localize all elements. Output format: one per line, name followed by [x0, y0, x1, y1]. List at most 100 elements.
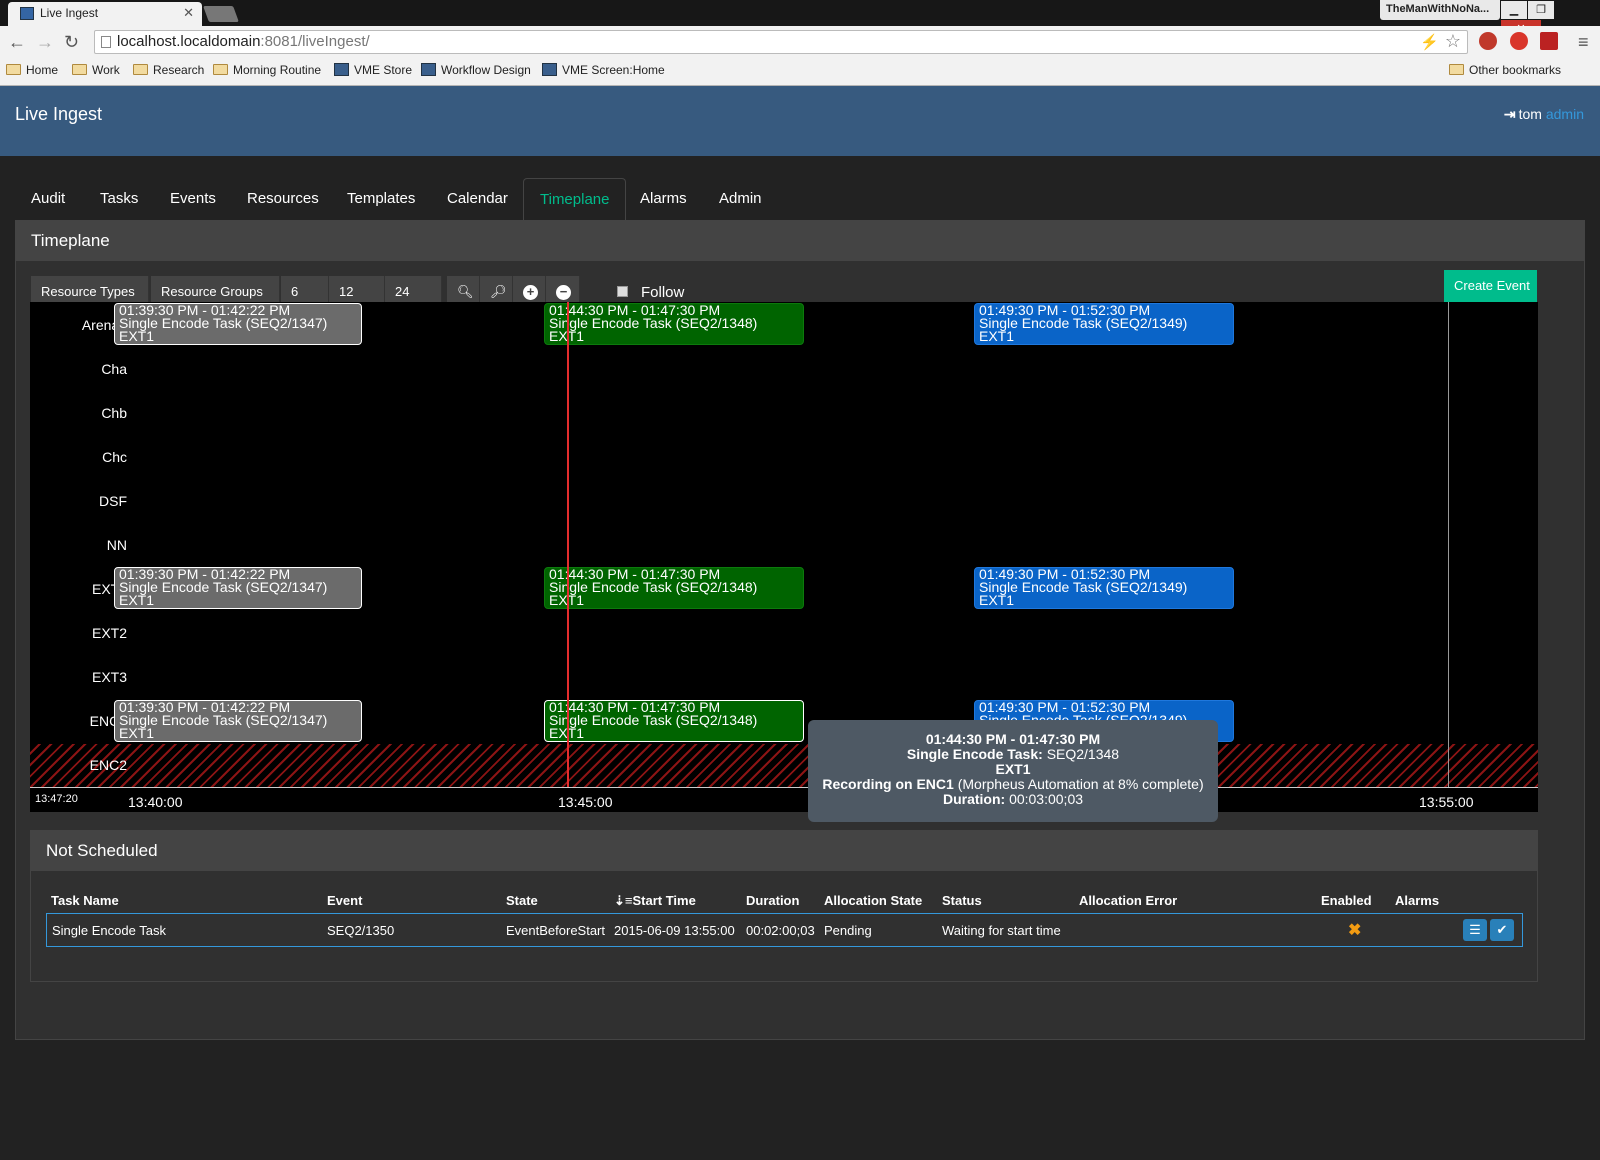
app-navbar: Live Ingest ⇥ tom admin: [0, 86, 1600, 156]
cell-status: Waiting for start time: [942, 923, 1061, 938]
timeline-event[interactable]: 01:49:30 PM - 01:52:30 PMSingle Encode T…: [974, 303, 1234, 345]
extension-stop-icon[interactable]: [1479, 32, 1497, 50]
user-name: tom: [1518, 106, 1542, 122]
col-header-alarms[interactable]: Alarms: [1395, 893, 1439, 908]
extension-opera-icon[interactable]: [1510, 32, 1528, 50]
folder-icon: [133, 64, 148, 75]
logout-icon[interactable]: ⇥: [1504, 106, 1516, 123]
bookmarks-bar: Home Work Research Morning Routine VME S…: [0, 59, 1600, 81]
col-header-allocation-state[interactable]: Allocation State: [824, 893, 922, 908]
browser-toolbar: ← → ↻ localhost.localdomain:8081/liveIng…: [0, 26, 1600, 86]
timeline-event[interactable]: 01:44:30 PM - 01:47:30 PM Single Encode T…: [544, 303, 804, 345]
row-label-enc2: ENC2: [89, 757, 127, 773]
address-bar[interactable]: localhost.localdomain:8081/liveIngest/ ⚡…: [94, 30, 1468, 54]
row-label-ext2: EXT2: [91, 625, 127, 641]
timeline-event[interactable]: 01:44:30 PM - 01:47:30 PM Single Encode T…: [544, 567, 804, 609]
col-header-task-name[interactable]: Task Name: [51, 893, 119, 908]
timeline-event[interactable]: 01:39:30 PM - 01:42:22 PM Single Encode T…: [114, 303, 362, 345]
create-event-button[interactable]: Create Event: [1444, 270, 1537, 302]
folder-icon: [6, 64, 21, 75]
bookmark-home[interactable]: Home: [6, 63, 58, 77]
restore-icon[interactable]: ❐: [1528, 1, 1554, 19]
bookmark-research[interactable]: Research: [133, 63, 204, 77]
bookmark-work[interactable]: Work: [72, 63, 120, 77]
bookmark-vme-store[interactable]: VME Store: [334, 63, 412, 77]
not-scheduled-title: Not Scheduled: [31, 831, 1537, 871]
minimize-icon[interactable]: ▁: [1501, 1, 1527, 19]
enable-check-icon[interactable]: ✔: [1490, 919, 1514, 941]
current-time-label: 13:47:20: [35, 793, 78, 805]
user-menu[interactable]: ⇥ tom admin: [1504, 106, 1584, 123]
folder-icon: [72, 64, 87, 75]
row-label-ext3: EXT3: [91, 669, 127, 685]
current-time-line: [567, 302, 569, 787]
lightning-icon[interactable]: ⚡: [1420, 33, 1439, 51]
table-row[interactable]: Single Encode Task SEQ2/1350 EventBefore…: [46, 913, 1523, 947]
col-header-duration[interactable]: Duration: [746, 893, 799, 908]
page-icon: [421, 63, 436, 76]
tab-audit[interactable]: Audit: [15, 178, 81, 220]
bookmark-workflow-design[interactable]: Workflow Design: [421, 63, 531, 77]
tab-timeplane[interactable]: Timeplane: [523, 178, 627, 220]
timeline-event[interactable]: 01:39:30 PM - 01:42:22 PM Single Encode T…: [114, 567, 362, 609]
tab-templates[interactable]: Templates: [331, 178, 431, 220]
url-host: localhost.localdomain: [117, 33, 261, 50]
bookmark-morning-routine[interactable]: Morning Routine: [213, 63, 321, 77]
extension-hd-icon[interactable]: [1540, 32, 1558, 50]
new-tab-button[interactable]: [203, 6, 239, 22]
event-tooltip: 01:44:30 PM - 01:47:30 PM Single Encode …: [808, 720, 1218, 822]
tab-events[interactable]: Events: [154, 178, 232, 220]
bookmark-other[interactable]: Other bookmarks: [1449, 63, 1561, 77]
page-icon: [101, 36, 111, 48]
tab-tasks[interactable]: Tasks: [84, 178, 154, 220]
cell-duration: 00:02:00;03: [746, 923, 815, 938]
col-header-event[interactable]: Event: [327, 893, 362, 908]
time-axis: 13:47:20 13:40:00 13:45:00 13:55:00: [30, 787, 1538, 811]
app-brand[interactable]: Live Ingest: [15, 104, 102, 125]
tab-admin[interactable]: Admin: [703, 178, 778, 220]
tab-title: Live Ingest: [40, 6, 99, 20]
close-tab-icon[interactable]: ✕: [183, 5, 194, 21]
panel-title: Timeplane: [16, 221, 1584, 261]
window-controls: ▁❐✕: [1500, 0, 1594, 38]
tick-label: 13:55:00: [1419, 794, 1474, 810]
cell-start-time: 2015-06-09 13:55:00: [614, 923, 735, 938]
disabled-x-icon[interactable]: ✖: [1348, 920, 1361, 940]
reload-icon[interactable]: ↻: [64, 32, 79, 53]
not-scheduled-panel: Not Scheduled Task Name Event State ⇣≡St…: [30, 830, 1538, 982]
row-label-dsf: DSF: [99, 493, 127, 509]
timeline-event-selected[interactable]: 01:44:30 PM - 01:47:30 PM Single Encode T…: [544, 700, 804, 742]
timeline-event[interactable]: 01:49:30 PM - 01:52:30 PMSingle Encode T…: [974, 567, 1234, 609]
row-label-chc: Chc: [102, 449, 127, 465]
tab-alarms[interactable]: Alarms: [624, 178, 703, 220]
col-header-status[interactable]: Status: [942, 893, 982, 908]
unavailable-hatch: [30, 744, 1538, 787]
url-path: :8081/liveIngest/: [260, 33, 370, 50]
bookmark-star-icon[interactable]: ☆: [1445, 31, 1461, 52]
forward-arrow-icon[interactable]: →: [36, 32, 54, 53]
tab-resources[interactable]: Resources: [231, 178, 335, 220]
tab-calendar[interactable]: Calendar: [431, 178, 524, 220]
browser-menu-icon[interactable]: ≡: [1578, 32, 1589, 53]
cell-event: SEQ2/1350: [327, 923, 395, 938]
cell-allocation-state: Pending: [824, 923, 872, 938]
details-list-icon[interactable]: ☰: [1463, 919, 1487, 941]
timeline-canvas[interactable]: Arenah Cha Chb Chc DSF NN EXT1 EXT2 EXT3…: [30, 302, 1538, 812]
tick-label: 13:40:00: [128, 794, 183, 810]
col-header-enabled[interactable]: Enabled: [1321, 893, 1372, 908]
follow-time-checkbox[interactable]: [617, 286, 628, 297]
browser-tab[interactable]: Live Ingest ✕: [8, 2, 202, 26]
profile-button[interactable]: TheManWithNoNa...: [1380, 0, 1500, 20]
sort-icon: ⇣≡: [614, 893, 633, 908]
col-header-allocation-error[interactable]: Allocation Error: [1079, 893, 1177, 908]
bookmark-vme-screen-home[interactable]: VME Screen:Home: [542, 63, 665, 77]
timeline-end-marker: [1448, 302, 1449, 787]
timeline-event[interactable]: 01:39:30 PM - 01:42:22 PM Single Encode T…: [114, 700, 362, 742]
col-header-state[interactable]: State: [506, 893, 538, 908]
cell-task-name: Single Encode Task: [52, 923, 166, 938]
row-label-cha: Cha: [101, 361, 127, 377]
back-arrow-icon[interactable]: ←: [8, 32, 26, 53]
browser-tabstrip: Live Ingest ✕ TheManWithNoNa... ▁❐✕: [0, 0, 1600, 38]
favicon-icon: [20, 7, 34, 20]
col-header-start-time[interactable]: ⇣≡Start Time: [614, 893, 696, 909]
